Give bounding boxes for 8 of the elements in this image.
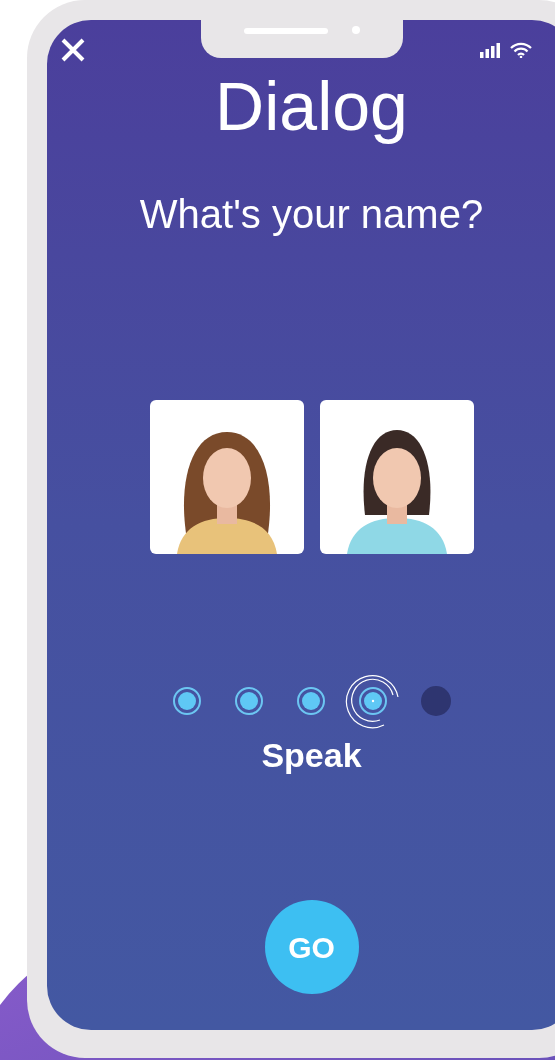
step-label: Speak bbox=[261, 738, 362, 772]
avatar-card[interactable] bbox=[149, 400, 304, 554]
avatar-card[interactable] bbox=[319, 400, 474, 554]
close-icon[interactable] bbox=[59, 36, 87, 64]
go-button[interactable]: GO bbox=[264, 900, 359, 994]
wifi-icon bbox=[510, 42, 532, 58]
question-text: What's your name? bbox=[139, 194, 484, 234]
signal-icon bbox=[480, 43, 500, 58]
